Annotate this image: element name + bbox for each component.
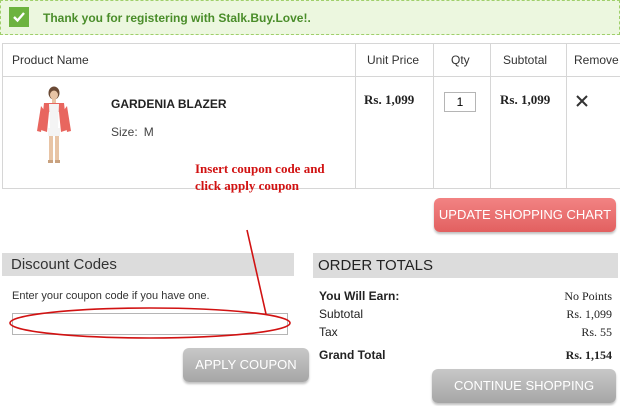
coupon-code-input[interactable] — [12, 313, 288, 335]
earn-value: No Points — [564, 289, 612, 303]
header-unit-price: Unit Price — [355, 44, 433, 77]
unit-price: Rs. 1,099 — [364, 92, 415, 107]
coupon-instruction-note: Insert coupon code and click apply coupo… — [195, 161, 325, 193]
apply-coupon-button[interactable]: APPLY COUPON — [183, 348, 309, 382]
subtotal-label: Subtotal — [319, 307, 364, 321]
check-icon — [9, 7, 29, 27]
header-remove: Remove — [566, 44, 620, 77]
subtotal-value: Rs. 1,099 — [566, 307, 612, 321]
product-size: Size: M — [111, 125, 154, 139]
quantity-input[interactable] — [444, 92, 476, 112]
header-subtotal: Subtotal — [490, 44, 566, 77]
order-totals-header: ORDER TOTALS — [313, 253, 618, 278]
tax-value: Rs. 55 — [581, 325, 612, 339]
grand-total-value: Rs. 1,154 — [565, 348, 612, 362]
line-subtotal: Rs. 1,099 — [500, 92, 551, 107]
update-cart-button[interactable]: UPDATE SHOPPING CHART — [434, 198, 616, 232]
success-banner: Thank you for registering with Stalk.Buy… — [0, 0, 620, 35]
discount-header: Discount Codes — [2, 253, 294, 276]
tax-label: Tax — [319, 325, 338, 339]
discount-description: Enter your coupon code if you have one. — [12, 290, 210, 302]
product-image[interactable] — [31, 86, 77, 164]
product-name[interactable]: GARDENIA BLAZER — [111, 97, 227, 111]
header-product: Product Name — [3, 44, 355, 77]
header-qty: Qty — [433, 44, 490, 77]
grand-total-label: Grand Total — [319, 348, 386, 362]
continue-shopping-button[interactable]: CONTINUE SHOPPING — [432, 369, 616, 403]
close-icon[interactable] — [575, 94, 589, 108]
success-message: Thank you for registering with Stalk.Buy… — [43, 11, 311, 25]
earn-label: You Will Earn: — [319, 289, 400, 303]
